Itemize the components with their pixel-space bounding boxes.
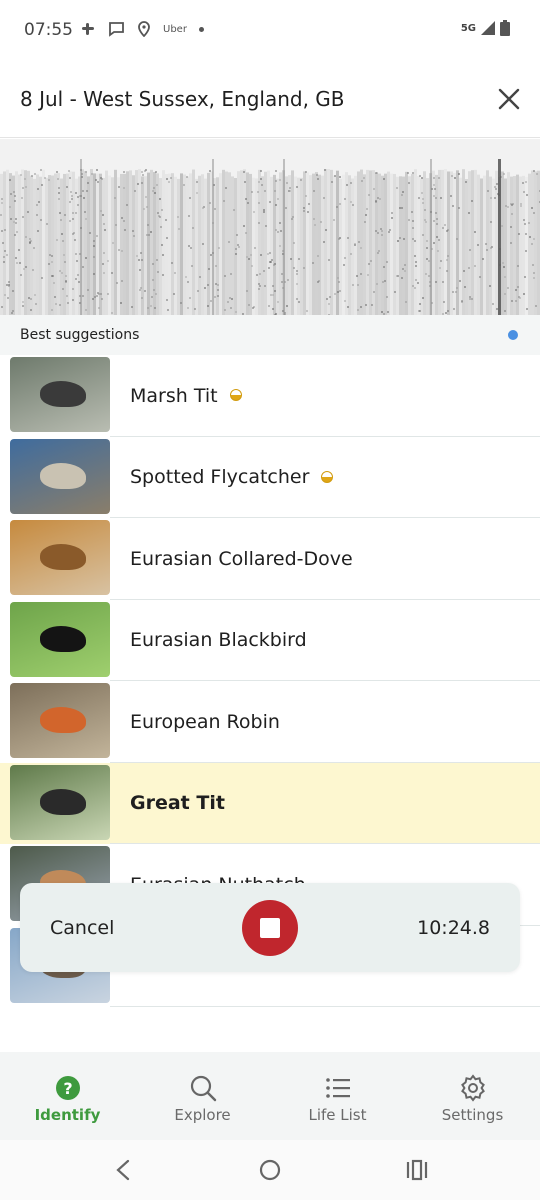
network-type: 5G bbox=[460, 22, 476, 34]
uber-icon: Uber bbox=[163, 23, 187, 35]
signal-icon bbox=[481, 21, 495, 35]
close-icon[interactable] bbox=[498, 88, 520, 110]
bird-row[interactable]: Great Tit bbox=[0, 762, 540, 844]
bird-photo bbox=[10, 764, 110, 840]
cancel-button[interactable]: Cancel bbox=[50, 917, 114, 939]
suggestions-header: Best suggestions bbox=[0, 315, 540, 355]
bird-row[interactable]: Eurasian Collared-Dove bbox=[0, 518, 540, 600]
nav-identify[interactable]: ? Identify bbox=[0, 1052, 135, 1140]
confidence-badge-icon bbox=[230, 389, 242, 401]
nav-label: Settings bbox=[441, 1106, 504, 1124]
bird-silhouette bbox=[40, 381, 86, 407]
bird-row[interactable]: Marsh Tit bbox=[0, 355, 540, 437]
stop-recording-button[interactable] bbox=[242, 900, 298, 956]
bird-row[interactable]: Spotted Flycatcher bbox=[0, 437, 540, 518]
recording-timer: 10:24.8 bbox=[417, 917, 490, 939]
bird-photo bbox=[10, 357, 110, 432]
bird-silhouette bbox=[40, 625, 86, 652]
bird-name: Great Tit bbox=[130, 792, 225, 815]
recording-header: 8 Jul - West Sussex, England, GB bbox=[0, 62, 540, 138]
notification-dot bbox=[198, 26, 204, 32]
recents-icon[interactable] bbox=[405, 1159, 429, 1181]
system-navigation-bar bbox=[0, 1140, 540, 1200]
bird-silhouette bbox=[40, 788, 86, 815]
list-icon bbox=[326, 1078, 350, 1098]
bird-row[interactable]: Eurasian Blackbird bbox=[0, 600, 540, 681]
gear-icon bbox=[461, 1074, 485, 1102]
message-icon bbox=[109, 22, 124, 37]
row-divider bbox=[110, 1006, 540, 1007]
location-icon bbox=[138, 21, 150, 37]
page-title: 8 Jul - West Sussex, England, GB bbox=[20, 87, 345, 111]
battery-icon bbox=[500, 20, 510, 36]
suggestions-label: Best suggestions bbox=[20, 327, 140, 343]
help-circle-icon: ? bbox=[56, 1076, 80, 1100]
recording-panel: Cancel 10:24.8 bbox=[20, 883, 520, 972]
nav-explore[interactable]: Explore bbox=[135, 1052, 270, 1140]
nav-label: Life List bbox=[308, 1106, 367, 1124]
status-time: 07:55 bbox=[24, 20, 73, 40]
spectrogram[interactable] bbox=[0, 139, 540, 315]
bird-photo bbox=[10, 520, 110, 595]
bird-photo bbox=[10, 601, 110, 677]
bottom-navigation: ? Identify Explore Life List Settings bbox=[0, 1052, 540, 1140]
svg-text:?: ? bbox=[63, 1079, 72, 1098]
stop-icon bbox=[260, 918, 280, 938]
nav-label: Explore bbox=[174, 1106, 231, 1124]
bird-photo bbox=[10, 683, 110, 758]
bird-silhouette bbox=[40, 544, 86, 570]
bird-name: Eurasian Blackbird bbox=[130, 629, 307, 652]
bird-name: Spotted Flycatcher bbox=[130, 466, 310, 489]
nav-life-list[interactable]: Life List bbox=[270, 1052, 405, 1140]
nav-settings[interactable]: Settings bbox=[405, 1052, 540, 1140]
confidence-badge-icon bbox=[321, 470, 333, 483]
bird-name: Marsh Tit bbox=[130, 384, 218, 407]
bird-name: Eurasian Collared-Dove bbox=[130, 547, 353, 570]
home-icon[interactable] bbox=[259, 1159, 281, 1181]
slack-icon bbox=[82, 23, 94, 35]
search-icon bbox=[190, 1075, 217, 1102]
bird-silhouette bbox=[40, 462, 86, 489]
nav-label: Identify bbox=[34, 1106, 101, 1124]
live-indicator-dot bbox=[508, 330, 518, 340]
bird-photo bbox=[10, 438, 110, 514]
status-bar: 07:55 Uber 5G bbox=[0, 0, 540, 62]
bird-row[interactable]: European Robin bbox=[0, 681, 540, 763]
spectrogram-graphic bbox=[0, 159, 540, 315]
back-icon[interactable] bbox=[112, 1158, 134, 1182]
bird-silhouette bbox=[40, 707, 86, 733]
bird-name: European Robin bbox=[130, 710, 280, 733]
